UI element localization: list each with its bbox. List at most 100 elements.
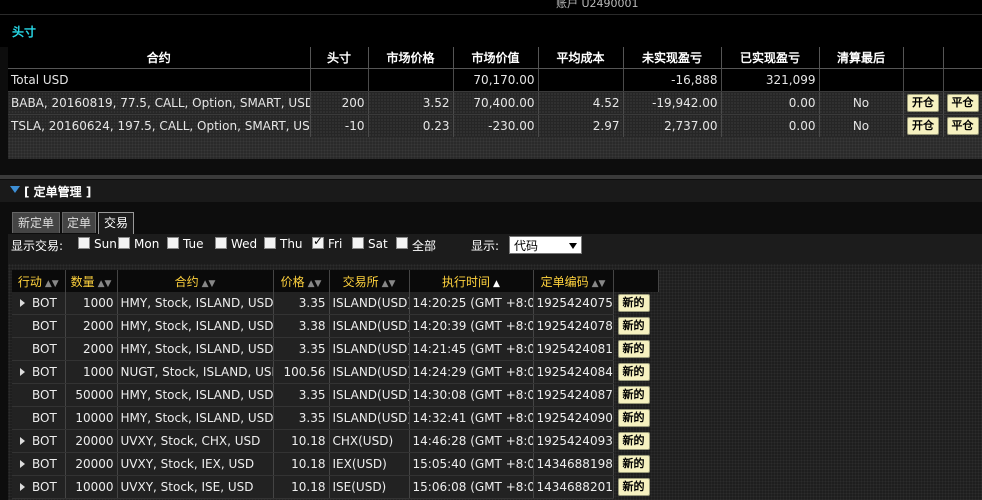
tab-trades[interactable]: 交易 [98, 212, 134, 235]
trade-row[interactable]: BOT 1000 NUGT, Stock, ISLAND, USD 100.56 ISL… [12, 360, 658, 384]
close-position-button[interactable]: 平仓 [946, 117, 979, 135]
trade-contract: UVXY, Stock, IEX, USD [117, 452, 274, 476]
col-action[interactable]: 行动 ▲▼ [12, 270, 66, 292]
trade-row[interactable]: BOT 20000 UVXY, Stock, CHX, USD 10.18 CHX(US… [12, 429, 658, 453]
col-market-value[interactable]: 市场价值 [453, 47, 539, 69]
expand-arrow-icon[interactable] [20, 460, 25, 468]
trade-action-cell[interactable]: BOT [12, 452, 66, 476]
trade-action: BOT [32, 342, 57, 356]
trade-action-cell[interactable]: BOT [12, 475, 66, 499]
sort-icon: ▲▼ [307, 278, 322, 289]
tab-new-order[interactable]: 新定单 [12, 212, 60, 233]
trade-order-id: 1925424075 [533, 292, 614, 315]
checkbox-sat[interactable] [352, 237, 364, 249]
new-order-button[interactable]: 新的 [617, 317, 650, 335]
panel-divider[interactable] [0, 175, 982, 179]
order-management-header[interactable]: [ 定单管理 ] [0, 180, 982, 202]
collapse-triangle-icon[interactable] [10, 186, 20, 193]
account-label: 账户 U2490001 [556, 0, 639, 10]
checkbox-wed[interactable] [215, 237, 227, 249]
expand-arrow-icon[interactable] [20, 299, 25, 307]
col-order-id[interactable]: 定单编码 ▲▼ [533, 270, 614, 292]
trade-row[interactable]: BOT 2000 HMY, Stock, ISLAND, USD 3.38 ISLAND… [12, 314, 658, 338]
col-exchange[interactable]: 交易所 ▲▼ [329, 270, 410, 292]
position-realized: 0.00 [721, 114, 820, 138]
trade-row[interactable]: BOT 50000 HMY, Stock, ISLAND, USD 3.35 ISLAN… [12, 383, 658, 407]
trade-action-cell[interactable]: BOT [12, 429, 66, 453]
open-position-button[interactable]: 开仓 [907, 117, 939, 135]
trade-price: 3.35 [273, 406, 330, 430]
total-realized: 321,099 [721, 68, 820, 92]
trade-row[interactable]: BOT 20000 UVXY, Stock, IEX, USD 10.18 IEX(US… [12, 452, 658, 476]
trade-row[interactable]: BOT 10000 UVXY, Stock, ISE, USD 10.18 ISE(US… [12, 475, 658, 499]
checkbox-mon[interactable] [118, 237, 130, 249]
position-row[interactable]: TSLA, 20160624, 197.5, CALL, Option, SMA… [8, 114, 982, 138]
trade-action-cell[interactable]: BOT [12, 360, 66, 384]
col-new-blank [613, 270, 659, 292]
trade-row[interactable]: BOT 1000 HMY, Stock, ISLAND, USD 3.35 ISLAND… [12, 292, 658, 315]
sort-icon: ▲▼ [591, 278, 606, 289]
new-order-button[interactable]: 新的 [617, 294, 650, 313]
trade-order-id: 1925424078 [533, 314, 614, 338]
new-order-button[interactable]: 新的 [617, 455, 650, 473]
tab-orders[interactable]: 定单 [62, 212, 96, 233]
checkbox-sun[interactable] [78, 237, 90, 249]
trade-action-cell[interactable]: BOT [12, 337, 66, 361]
trade-exchange: ISLAND(USD) [329, 383, 410, 407]
trade-price: 3.35 [273, 383, 330, 407]
checkbox-thu[interactable] [264, 237, 276, 249]
total-row: Total USD 70,170.00 -16,888 321,099 [8, 68, 982, 92]
expand-arrow-icon[interactable] [20, 437, 25, 445]
col-unrealized-pnl[interactable]: 未实现盈亏 [623, 47, 722, 69]
display-select[interactable]: 代码 [509, 236, 582, 254]
trade-order-id: 1925424084 [533, 360, 614, 384]
trade-exec-time: 15:06:08 (GMT +8:00) [409, 475, 534, 499]
new-order-button[interactable]: 新的 [617, 409, 650, 427]
checkbox-all[interactable] [396, 237, 408, 249]
trade-action-cell[interactable]: BOT [12, 292, 66, 315]
positions-table: 合约 头寸 市场价格 市场价值 平均成本 未实现盈亏 已实现盈亏 清算最后 To… [8, 47, 982, 138]
close-position-button[interactable]: 平仓 [946, 94, 979, 112]
label-sat: Sat [368, 237, 388, 251]
col-contract[interactable]: 合约 [8, 47, 311, 69]
expand-arrow-icon[interactable] [20, 368, 25, 376]
col-avg-cost[interactable]: 平均成本 [538, 47, 624, 69]
col-contract[interactable]: 合约 ▲▼ [117, 270, 274, 292]
trade-action-cell[interactable]: BOT [12, 406, 66, 430]
col-exec-time[interactable]: 执行时间 ▲ [409, 270, 534, 292]
trade-exchange: ISLAND(USD) [329, 406, 410, 430]
checkbox-tue[interactable] [167, 237, 179, 249]
positions-title-bar: 头寸 [0, 14, 982, 47]
total-label: Total USD [8, 68, 311, 92]
trade-exchange: ISE(USD) [329, 475, 410, 499]
trade-row[interactable]: BOT 2000 HMY, Stock, ISLAND, USD 3.35 ISLAND… [12, 337, 658, 361]
col-market-price[interactable]: 市场价格 [368, 47, 454, 69]
col-position[interactable]: 头寸 [310, 47, 369, 69]
col-realized-pnl[interactable]: 已实现盈亏 [721, 47, 820, 69]
position-row[interactable]: BABA, 20160819, 77.5, CALL, Option, SMAR… [8, 91, 982, 115]
open-position-button[interactable]: 开仓 [907, 94, 939, 112]
new-order-button[interactable]: 新的 [617, 386, 650, 404]
expand-arrow-icon[interactable] [20, 483, 25, 491]
trade-exec-time: 15:05:40 (GMT +8:00) [409, 452, 534, 476]
trade-action-cell[interactable]: BOT [12, 383, 66, 407]
position-realized: 0.00 [721, 91, 820, 115]
trade-contract: UVXY, Stock, CHX, USD [117, 429, 274, 453]
trade-row[interactable]: BOT 10000 HMY, Stock, ISLAND, USD 3.35 ISLAN… [12, 406, 658, 430]
col-price[interactable]: 价格 ▲▼ [273, 270, 330, 292]
col-quantity[interactable]: 数量 ▲▼ [65, 270, 118, 292]
trade-exchange: ISLAND(USD) [329, 337, 410, 361]
trade-exchange: ISLAND(USD) [329, 292, 410, 315]
checkbox-fri[interactable] [312, 234, 324, 249]
trade-action-cell[interactable]: BOT [12, 314, 66, 338]
trade-order-id: 1434688198 [533, 452, 614, 476]
trade-action: BOT [32, 319, 57, 333]
trade-price: 3.35 [273, 292, 330, 315]
new-order-button[interactable]: 新的 [617, 340, 650, 358]
position-price: 0.23 [368, 114, 454, 138]
new-order-button[interactable]: 新的 [617, 478, 650, 496]
sort-icon: ▲▼ [381, 278, 396, 289]
col-liquidate-last[interactable]: 清算最后 [819, 47, 904, 69]
new-order-button[interactable]: 新的 [617, 363, 650, 381]
new-order-button[interactable]: 新的 [617, 432, 650, 450]
